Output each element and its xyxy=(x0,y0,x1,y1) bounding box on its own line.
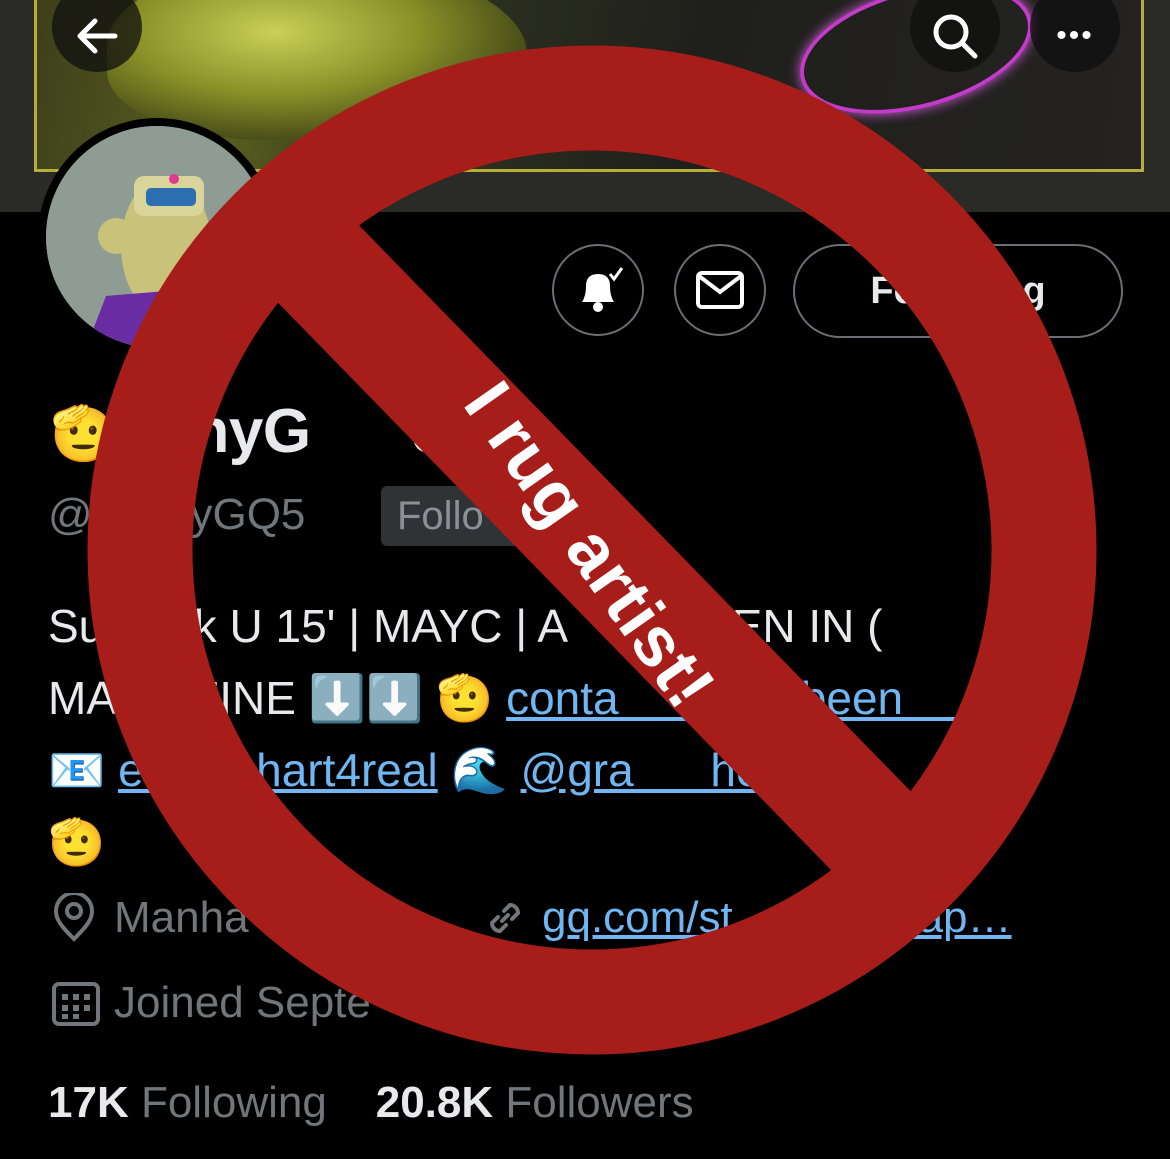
joined-text: Joined Septe xyxy=(114,978,371,1027)
bio-email-link[interactable]: conta @vybeen m xyxy=(506,672,1018,724)
joined-date: Joined Septe xyxy=(50,978,371,1028)
bio-mention-link-2[interactable]: @gra heft xyxy=(521,744,788,796)
bio-line-2-text: MA ZINE ⬇️⬇️ 🫡 xyxy=(48,672,507,724)
followers-label: Followers xyxy=(505,1078,694,1127)
following-button[interactable]: Fo g xyxy=(793,244,1123,338)
bio: Su k U 15' | MAYC | A RITTEN IN ( MA ZIN… xyxy=(48,590,1128,878)
website[interactable]: gq.com/st ed-ap… xyxy=(482,893,1012,943)
location-text: Manha IY xyxy=(114,893,388,942)
location: Manha IY xyxy=(50,893,388,943)
more-horizontal-icon: ••• xyxy=(1056,19,1094,52)
following-label: Following xyxy=(140,1078,327,1127)
mail-icon xyxy=(696,271,744,309)
handle: @ nyGQ5 xyxy=(48,490,306,539)
bio-mention-link-1[interactable]: e inhart4real xyxy=(118,744,438,796)
bio-line-3-mid: 🌊 xyxy=(437,744,521,796)
calendar-icon xyxy=(52,982,100,1026)
website-link[interactable]: gq.com/st ed-ap… xyxy=(542,893,1012,943)
bio-line-2: MA ZINE ⬇️⬇️ 🫡 conta @vybeen m xyxy=(48,662,1128,734)
link-icon xyxy=(489,902,521,934)
message-button[interactable] xyxy=(674,244,766,336)
bell-check-icon xyxy=(582,267,624,312)
followers-count: 20.8K xyxy=(375,1078,494,1127)
salute-emoji: 🫡 xyxy=(50,404,117,464)
display-name: 🫡onnyG eth xyxy=(50,396,503,467)
arrow-left-icon xyxy=(77,18,118,54)
followers-stat[interactable]: 20.8K Followers xyxy=(376,1078,694,1127)
notifications-button[interactable] xyxy=(552,244,644,336)
following-count: 17K xyxy=(48,1078,129,1127)
display-name-text: onnyG eth xyxy=(116,397,503,466)
bio-line-3: 📧 e inhart4real 🌊 @gra heft xyxy=(48,734,1128,806)
avatar[interactable] xyxy=(38,118,276,356)
location-pin-icon xyxy=(53,893,95,942)
avatar-image xyxy=(46,126,268,348)
bio-line-4: 🫡 xyxy=(48,816,106,868)
follow-stats: 17K Following 20.8K Followers xyxy=(48,1078,694,1128)
following-stat[interactable]: 17K Following xyxy=(48,1078,327,1127)
ape-nft-art xyxy=(46,126,268,348)
search-icon xyxy=(933,14,978,59)
bio-line-3-prefix: 📧 xyxy=(48,744,119,796)
